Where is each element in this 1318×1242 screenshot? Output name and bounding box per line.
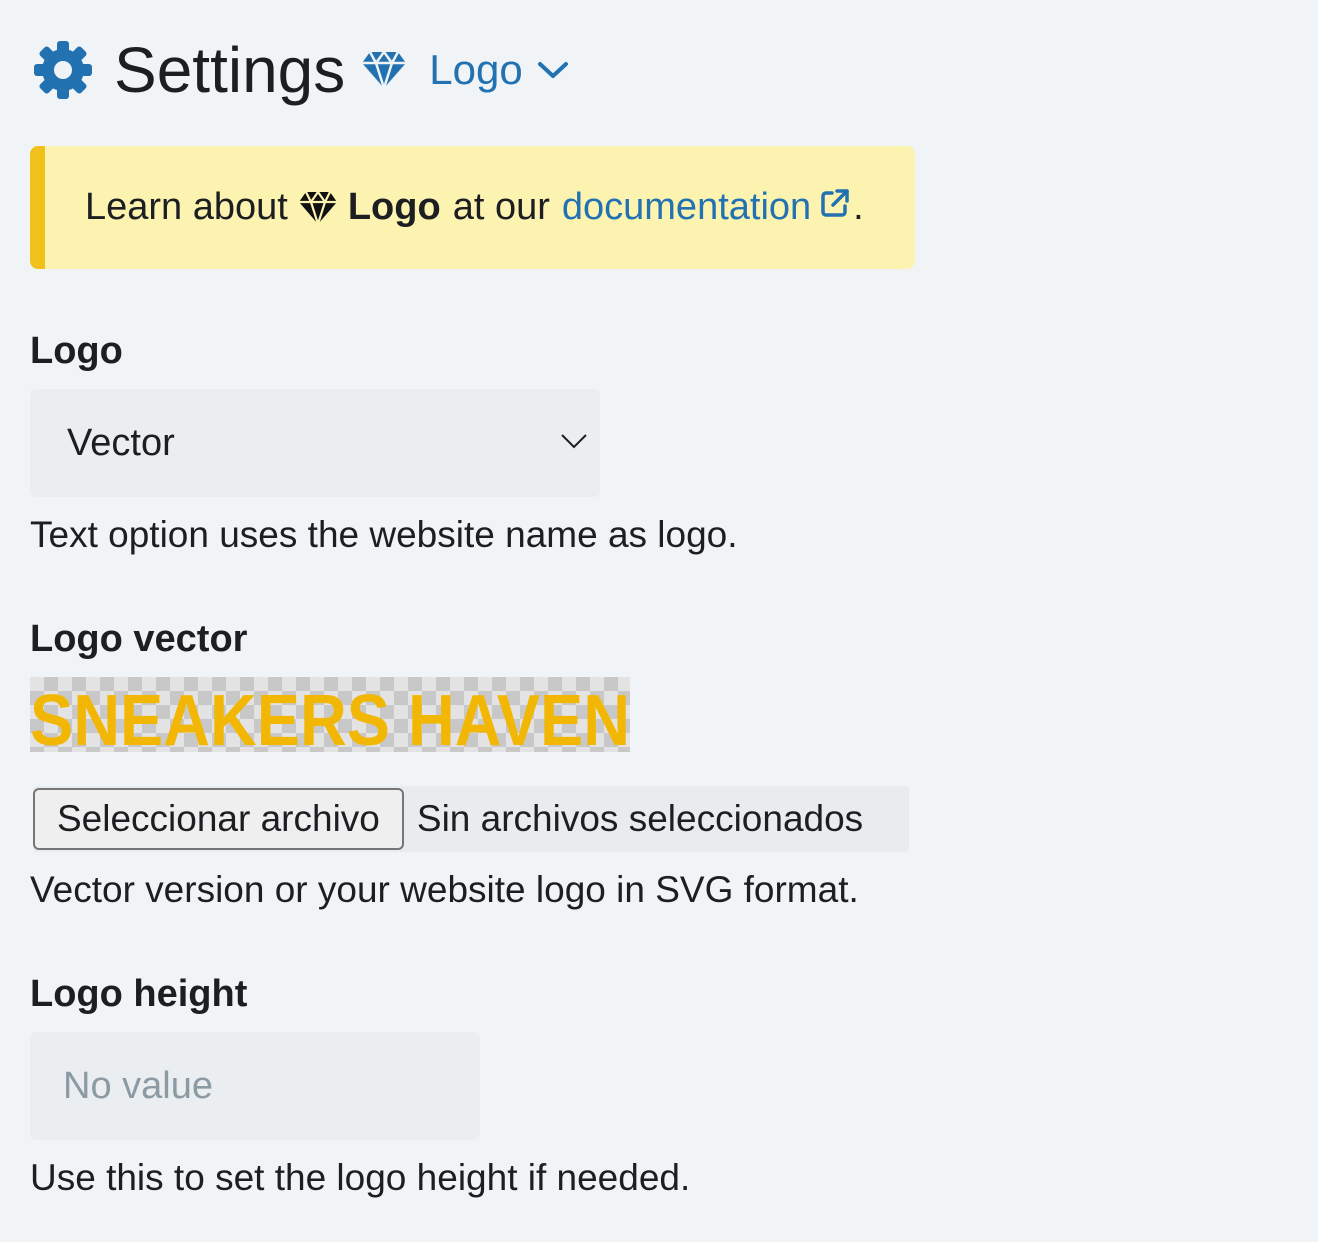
logo-height-label: Logo height — [30, 973, 248, 1015]
file-status-text: Sin archivos seleccionados — [416, 798, 864, 839]
documentation-notice: Learn about Logo at our documentation . — [30, 146, 915, 269]
logo-vector-preview: SNEAKERS HAVEN — [30, 677, 630, 752]
gem-icon — [298, 190, 337, 225]
chevron-down-icon — [561, 434, 587, 449]
logo-preview-text: SNEAKERS HAVEN — [30, 681, 630, 752]
logo-type-select[interactable]: Vector — [30, 389, 600, 497]
chevron-down-icon — [537, 62, 568, 78]
page-header: Settings Logo — [30, 30, 569, 110]
settings-page: Settings Logo Learn about Logo at our do… — [0, 0, 1318, 1242]
notice-feature-name: Logo — [347, 186, 441, 228]
module-switcher[interactable]: Logo — [429, 46, 568, 94]
notice-prefix: Learn about — [85, 186, 288, 228]
choose-file-button[interactable]: Seleccionar archivo — [33, 788, 404, 850]
page-title: Settings — [114, 34, 346, 106]
notice-suffix: . — [853, 186, 864, 228]
notice-middle: at our — [452, 186, 550, 228]
documentation-link-label: documentation — [561, 186, 812, 228]
logo-height-input[interactable] — [30, 1032, 480, 1140]
logo-preview-image: SNEAKERS HAVEN — [30, 681, 630, 752]
external-link-icon — [821, 189, 849, 217]
logo-file-input: Seleccionar archivo Sin archivos selecci… — [33, 786, 909, 852]
module-switcher-label: Logo — [429, 46, 523, 93]
logo-height-help-text: Use this to set the logo height if neede… — [30, 1157, 691, 1198]
logo-help-text: Text option uses the website name as log… — [30, 514, 738, 555]
gear-icon — [34, 41, 92, 99]
logo-vector-help-text: Vector version or your website logo in S… — [30, 869, 859, 910]
gem-icon — [362, 50, 407, 90]
documentation-link[interactable]: documentation — [562, 186, 851, 229]
logo-vector-label: Logo vector — [30, 618, 248, 660]
logo-label: Logo — [30, 330, 123, 372]
logo-type-selected-value: Vector — [67, 421, 175, 464]
